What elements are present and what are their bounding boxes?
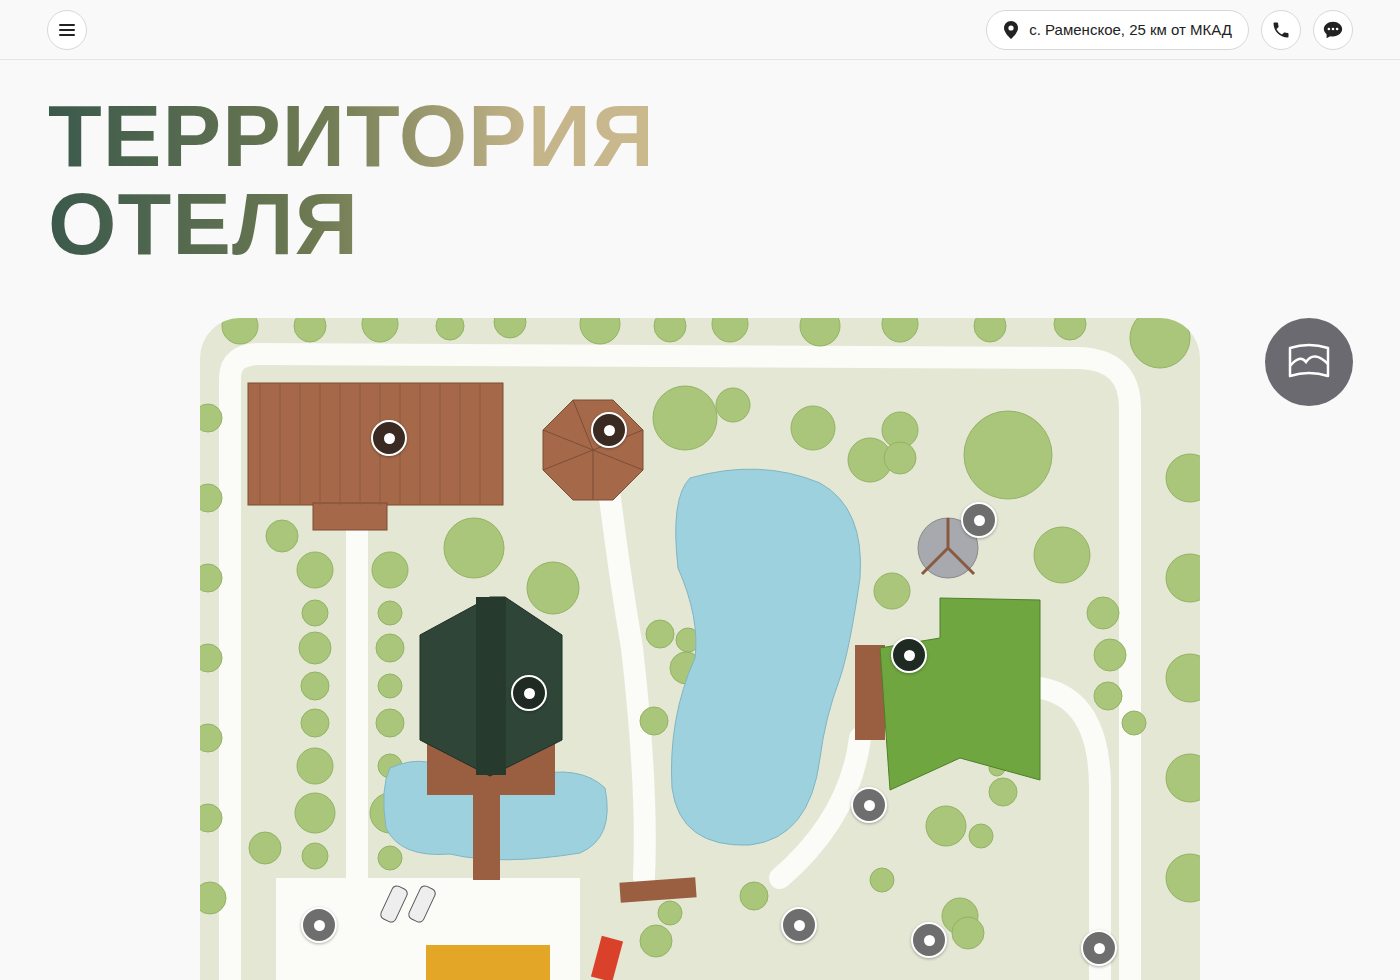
green-roof-building: [880, 598, 1040, 790]
title-line: ТЕРРИТОРИЯ: [48, 92, 648, 180]
pin-dot: [924, 935, 935, 946]
territory-map[interactable]: [200, 318, 1200, 980]
pin-dot: [384, 433, 395, 444]
bridge: [619, 877, 696, 902]
map-pin[interactable]: [961, 502, 997, 538]
page: с. Раменское, 25 км от МКАД ТЕРРИТОРИЯОТЕ…: [0, 0, 1400, 980]
pin-dot: [794, 920, 805, 931]
map-pin[interactable]: [591, 412, 627, 448]
map-pin[interactable]: [891, 637, 927, 673]
pier: [473, 790, 500, 880]
address-button[interactable]: с. Раменское, 25 км от МКАД: [986, 10, 1249, 50]
pin-dot: [314, 920, 325, 931]
pin-dot: [904, 650, 915, 661]
red-structure: [591, 936, 623, 980]
pin-dot: [524, 688, 535, 699]
pin-dot: [864, 800, 875, 811]
map-ground: [200, 318, 1200, 980]
map-pin[interactable]: [781, 907, 817, 943]
pin-dot: [974, 515, 985, 526]
address-text: с. Раменское, 25 км от МКАД: [1029, 21, 1232, 38]
map-pin[interactable]: [301, 907, 337, 943]
header-actions: с. Раменское, 25 км от МКАД: [986, 10, 1353, 50]
header: с. Раменское, 25 км от МКАД: [0, 0, 1400, 60]
phone-icon: [1271, 20, 1291, 40]
yellow-building: [426, 945, 550, 980]
octagon-gazebo: [543, 400, 643, 500]
menu-icon: [57, 20, 77, 40]
map-pin[interactable]: [511, 675, 547, 711]
map-pin[interactable]: [911, 922, 947, 958]
green-house: [420, 597, 562, 776]
green-house-ridge: [476, 597, 506, 775]
panorama-icon: [1284, 340, 1334, 384]
page-title: ТЕРРИТОРИЯОТЕЛЯ: [48, 60, 648, 268]
main-building: [248, 383, 503, 530]
menu-button[interactable]: [47, 10, 87, 50]
map-drawing: [200, 318, 1200, 980]
chat-icon: [1322, 19, 1344, 41]
phone-button[interactable]: [1261, 10, 1301, 50]
map-row: [48, 318, 1400, 980]
panorama-button[interactable]: [1265, 318, 1353, 406]
location-pin-icon: [1003, 20, 1019, 40]
main-pond: [671, 469, 860, 845]
territory-section: ТЕРРИТОРИЯОТЕЛЯ: [0, 60, 1400, 980]
map-pin[interactable]: [851, 787, 887, 823]
pin-dot: [604, 425, 615, 436]
pin-dot: [1094, 943, 1105, 954]
title-line: ОТЕЛЯ: [48, 180, 648, 268]
trees: [200, 318, 1200, 957]
roads: [230, 354, 1130, 980]
parked-cars: [379, 884, 437, 923]
map-pin[interactable]: [371, 420, 407, 456]
map-pin[interactable]: [1081, 930, 1117, 966]
chat-button[interactable]: [1313, 10, 1353, 50]
